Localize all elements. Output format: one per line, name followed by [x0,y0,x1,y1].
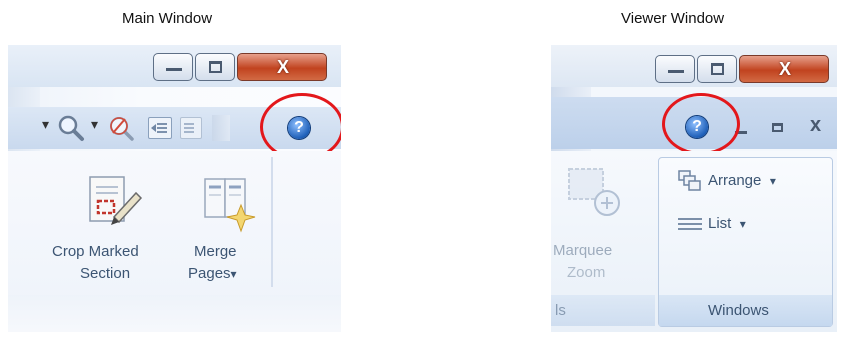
viewer-window-panel: X ? x Marquee Zoom ls Arrange ▾ List ▾ W… [551,45,837,332]
zoom-out-disabled-icon[interactable] [107,113,135,143]
merge-pages-label-text: Pages [188,265,231,282]
marquee-zoom-label-1: Marquee [553,242,613,259]
zoom-dropdown-arrow-left[interactable]: ▾ [42,116,49,133]
arrange-label: Arrange [708,172,762,189]
ribbon-bottom-blur [8,295,341,332]
close-icon: X [778,59,791,79]
crop-marked-section-label-2: Section [80,265,131,282]
previous-page-lines [157,123,167,125]
arrange-dropdown-arrow: ▾ [769,174,776,188]
windows-group-label: Windows [708,302,769,319]
arrange-button[interactable]: Arrange ▾ [708,171,776,191]
close-button[interactable]: X [739,55,829,83]
maximize-button[interactable] [697,55,737,83]
zoom-in-icon[interactable] [56,113,86,143]
list-icon [678,218,702,220]
close-icon: X [276,57,289,77]
main-window-panel: X ▾ ▾ ? Crop Marked Section Merge Pages▾ [8,45,341,332]
marquee-zoom-label-2: Zoom [567,264,606,281]
left-group-label-fragment: ls [555,302,566,319]
merge-pages-label-1: Merge [194,243,237,260]
list-button[interactable]: List ▾ [708,214,746,234]
ribbon-right-separator [271,157,273,287]
left-group-label-bar [551,295,655,326]
minimize-button[interactable] [153,53,193,81]
toolbar-separator-icon [212,115,230,141]
help-highlight-ring [662,93,740,155]
list-label: List [708,215,732,232]
crop-marked-section-label-1: Crop Marked [52,243,139,260]
merge-pages-dropdown-arrow[interactable]: ▾ [231,267,237,281]
inner-close-button[interactable]: x [810,114,821,137]
maximize-icon [209,61,222,73]
maximize-button[interactable] [195,53,235,81]
main-window-caption: Main Window [122,10,213,27]
maximize-icon [711,63,724,75]
list-dropdown-arrow: ▾ [739,217,746,231]
marquee-zoom-icon[interactable] [565,165,625,225]
next-page-lines [184,123,194,125]
arrange-icon [678,170,701,191]
inner-restore-button[interactable] [772,123,783,132]
close-button[interactable]: X [237,53,327,81]
viewer-window-caption: Viewer Window [621,10,725,27]
minimize-icon [166,68,182,71]
next-page-icon[interactable] [180,117,202,139]
zoom-dropdown-arrow[interactable]: ▾ [91,116,98,133]
previous-page-arrow [151,124,156,132]
crop-marked-section-icon[interactable] [84,173,144,231]
merge-pages-label-2: Pages▾ [188,264,237,284]
merge-pages-icon[interactable] [201,173,261,235]
previous-page-icon[interactable] [148,117,172,139]
minimize-icon [668,70,684,73]
minimize-button[interactable] [655,55,695,83]
